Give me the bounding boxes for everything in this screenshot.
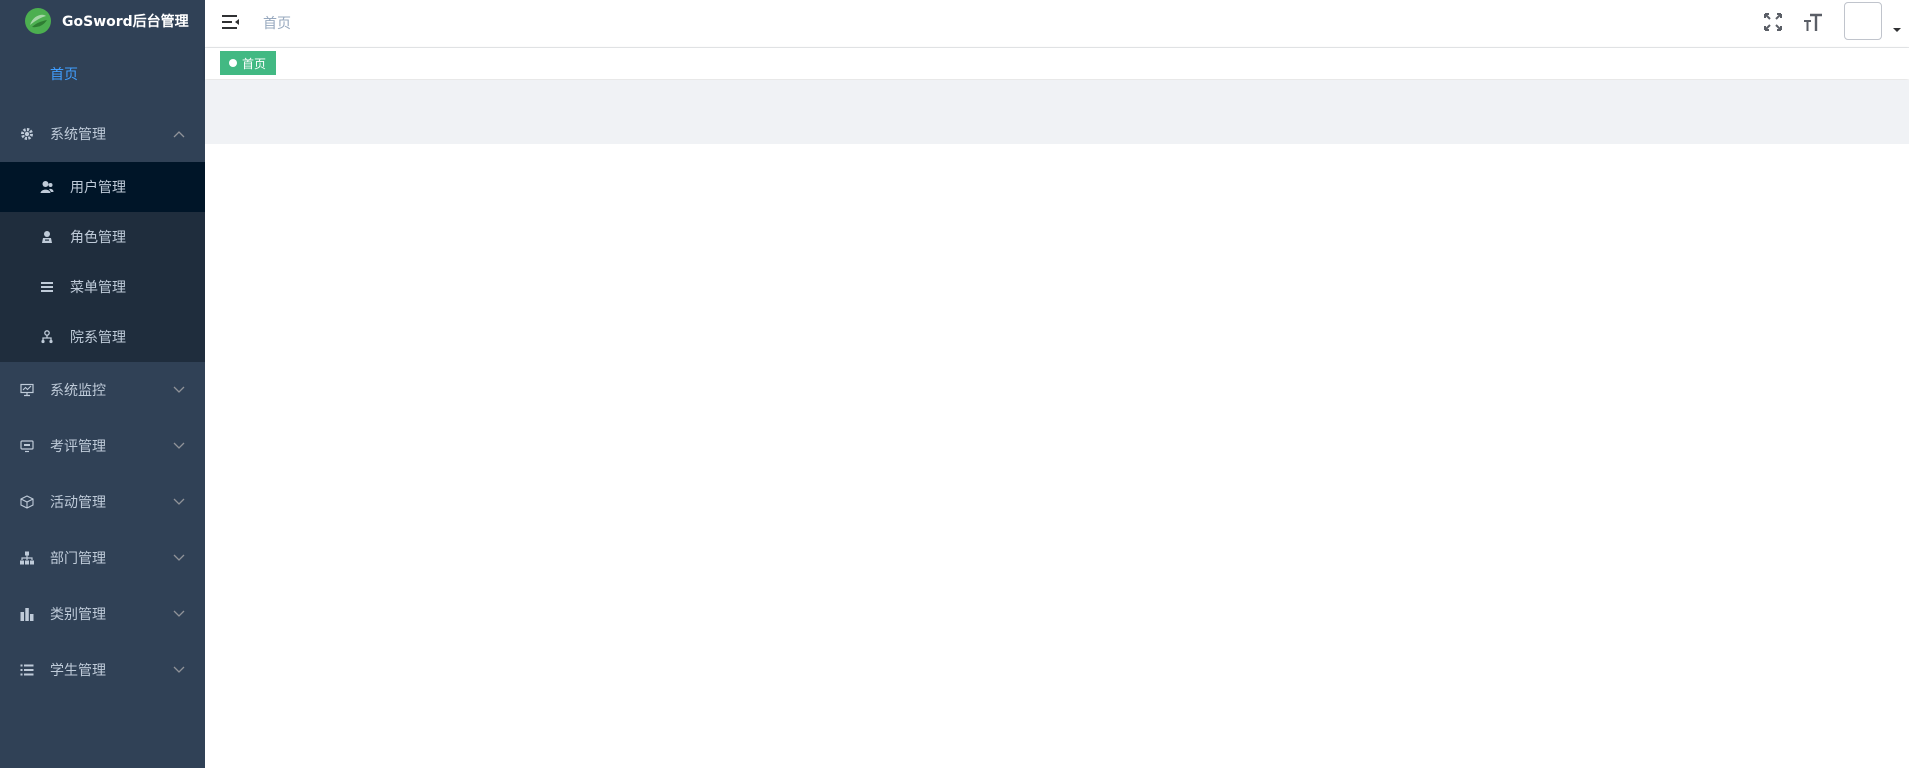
sidebar-item-label: 院系管理 xyxy=(70,330,126,346)
tag-label: 首页 xyxy=(242,56,267,71)
sidebar-item-label: 活动管理 xyxy=(50,495,106,511)
tag-dot-icon xyxy=(229,59,237,67)
navbar: 首页 xyxy=(205,0,1909,48)
sidebar-item-categories[interactable]: 类别管理 xyxy=(0,586,205,642)
chevron-down-icon xyxy=(173,498,185,505)
sidebar-item-departments[interactable]: 院系管理 xyxy=(0,312,205,362)
sidebar-item-system[interactable]: 系统管理 xyxy=(0,106,205,162)
org-icon xyxy=(20,551,34,565)
screen-icon xyxy=(20,439,34,453)
app-main-strip xyxy=(205,80,1909,144)
sidebar-item-label: 类别管理 xyxy=(50,607,106,623)
tree-icon xyxy=(40,330,54,344)
sidebar-item-roles[interactable]: 角色管理 xyxy=(0,212,205,262)
monitor-icon xyxy=(20,383,34,397)
app-title: GoSword后台管理 xyxy=(62,14,189,30)
caret-down-icon[interactable] xyxy=(1893,28,1901,32)
sidebar-item-users[interactable]: 用户管理 xyxy=(0,162,205,212)
app-main xyxy=(205,144,1909,768)
hamburger-icon[interactable] xyxy=(221,12,241,32)
sidebar-item-students[interactable]: 学生管理 xyxy=(0,642,205,698)
fullscreen-icon[interactable] xyxy=(1762,11,1784,33)
submenu-system: 用户管理 角色管理 菜单管理 院系管理 xyxy=(0,162,205,362)
sidebar-item-label: 用户管理 xyxy=(70,180,126,196)
sidebar-item-label: 菜单管理 xyxy=(70,280,126,296)
chevron-down-icon xyxy=(173,610,185,617)
sidebar-item-label: 首页 xyxy=(50,67,78,83)
sidebar-item-label: 部门管理 xyxy=(50,551,106,567)
tag-home[interactable]: 首页 xyxy=(220,51,277,75)
sidebar-item-label: 系统监控 xyxy=(50,383,106,399)
sidebar-item-evaluation[interactable]: 考评管理 xyxy=(0,418,205,474)
sidebar-item-label: 系统管理 xyxy=(50,127,106,143)
chevron-down-icon xyxy=(173,666,185,673)
sidebar-item-label: 学生管理 xyxy=(50,663,106,679)
chevron-down-icon xyxy=(173,386,185,393)
role-icon xyxy=(40,230,54,244)
sidebar-item-monitor[interactable]: 系统监控 xyxy=(0,362,205,418)
sidebar-item-label: 角色管理 xyxy=(70,230,126,246)
logo-icon xyxy=(25,8,51,34)
chevron-down-icon xyxy=(173,442,185,449)
logo-row[interactable]: GoSword后台管理 xyxy=(0,0,205,42)
sidebar-item-home[interactable]: 首页 xyxy=(0,42,205,106)
breadcrumb[interactable]: 首页 xyxy=(263,13,291,33)
user-icon xyxy=(40,180,54,194)
chevron-down-icon xyxy=(173,554,185,561)
sidebar-item-label: 考评管理 xyxy=(50,439,106,455)
cube-icon xyxy=(20,495,34,509)
font-size-icon[interactable] xyxy=(1802,11,1824,33)
list-icon xyxy=(20,663,34,677)
gear-icon xyxy=(20,127,34,141)
sidebar-item-menus[interactable]: 菜单管理 xyxy=(0,262,205,312)
menu-list-icon xyxy=(40,280,54,294)
avatar[interactable] xyxy=(1844,2,1882,40)
sidebar-item-org[interactable]: 部门管理 xyxy=(0,530,205,586)
sidebar: GoSword后台管理 首页 系统管理 用户管理 角色管理 菜单管理 院系管理 … xyxy=(0,0,205,768)
tags-view: 首页 xyxy=(205,48,1909,79)
bar-chart-icon xyxy=(20,607,34,621)
sidebar-item-activities[interactable]: 活动管理 xyxy=(0,474,205,530)
chevron-up-icon xyxy=(173,131,185,138)
